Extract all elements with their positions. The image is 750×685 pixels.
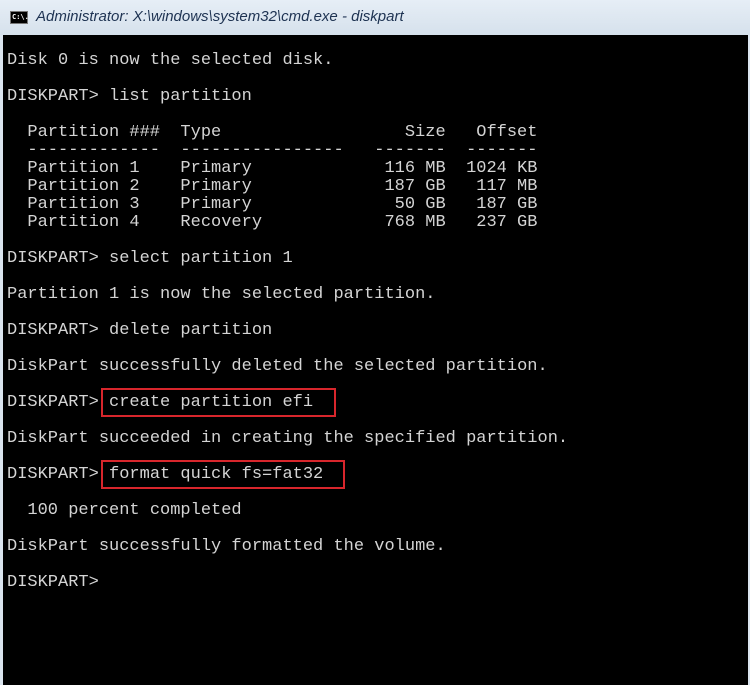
table-cell: 1024 KB: [466, 159, 538, 178]
progress-line: 100 percent completed: [7, 501, 242, 520]
table-cell: Partition 1: [27, 159, 140, 178]
table-cell: 187 GB: [476, 195, 538, 214]
table-cell: 117 MB: [476, 177, 538, 196]
status-line: Partition 1 is now the selected partitio…: [7, 285, 436, 304]
status-line: DiskPart succeeded in creating the speci…: [7, 429, 569, 448]
table-cell: Partition ###: [27, 123, 161, 142]
table-cell: 50 GB: [394, 195, 446, 214]
table-cell: Size: [404, 123, 446, 142]
status-line: DiskPart successfully formatted the volu…: [7, 537, 446, 556]
table-cell: Offset: [476, 123, 538, 142]
prompt-line: DISKPART>: [7, 573, 99, 592]
table-cell: Primary: [180, 159, 252, 178]
table-cell: 237 GB: [476, 213, 538, 232]
table-cell: Partition 2: [27, 177, 140, 196]
table-cell: -------: [466, 141, 538, 160]
status-line: Disk 0 is now the selected disk.: [7, 51, 334, 70]
table-cell: -------: [374, 141, 446, 160]
status-line: DiskPart successfully deleted the select…: [7, 357, 548, 376]
highlight-box: [101, 388, 336, 417]
command-line: DISKPART> select partition 1: [7, 249, 293, 268]
table-cell: -------------: [27, 141, 161, 160]
table-cell: 116 MB: [384, 159, 446, 178]
command-line: DISKPART> delete partition: [7, 321, 273, 340]
table-cell: Recovery: [180, 213, 263, 232]
table-cell: Type: [180, 123, 222, 142]
cmd-icon: C:\.: [10, 11, 29, 24]
table-cell: 187 GB: [384, 177, 446, 196]
table-cell: ----------------: [180, 141, 344, 160]
window-title: Administrator: X:\windows\system32\cmd.e…: [36, 8, 404, 25]
console-output[interactable]: Disk 0 is now the selected disk. DISKPART…: [3, 35, 748, 685]
table-cell: 768 MB: [384, 213, 446, 232]
title-bar[interactable]: C:\. Administrator: X:\windows\system32\…: [0, 0, 750, 35]
highlight-box: [101, 460, 345, 489]
table-cell: Partition 4: [27, 213, 140, 232]
table-cell: Primary: [180, 195, 252, 214]
table-cell: Primary: [180, 177, 252, 196]
table-cell: Partition 3: [27, 195, 140, 214]
command-line: DISKPART> list partition: [7, 87, 252, 106]
